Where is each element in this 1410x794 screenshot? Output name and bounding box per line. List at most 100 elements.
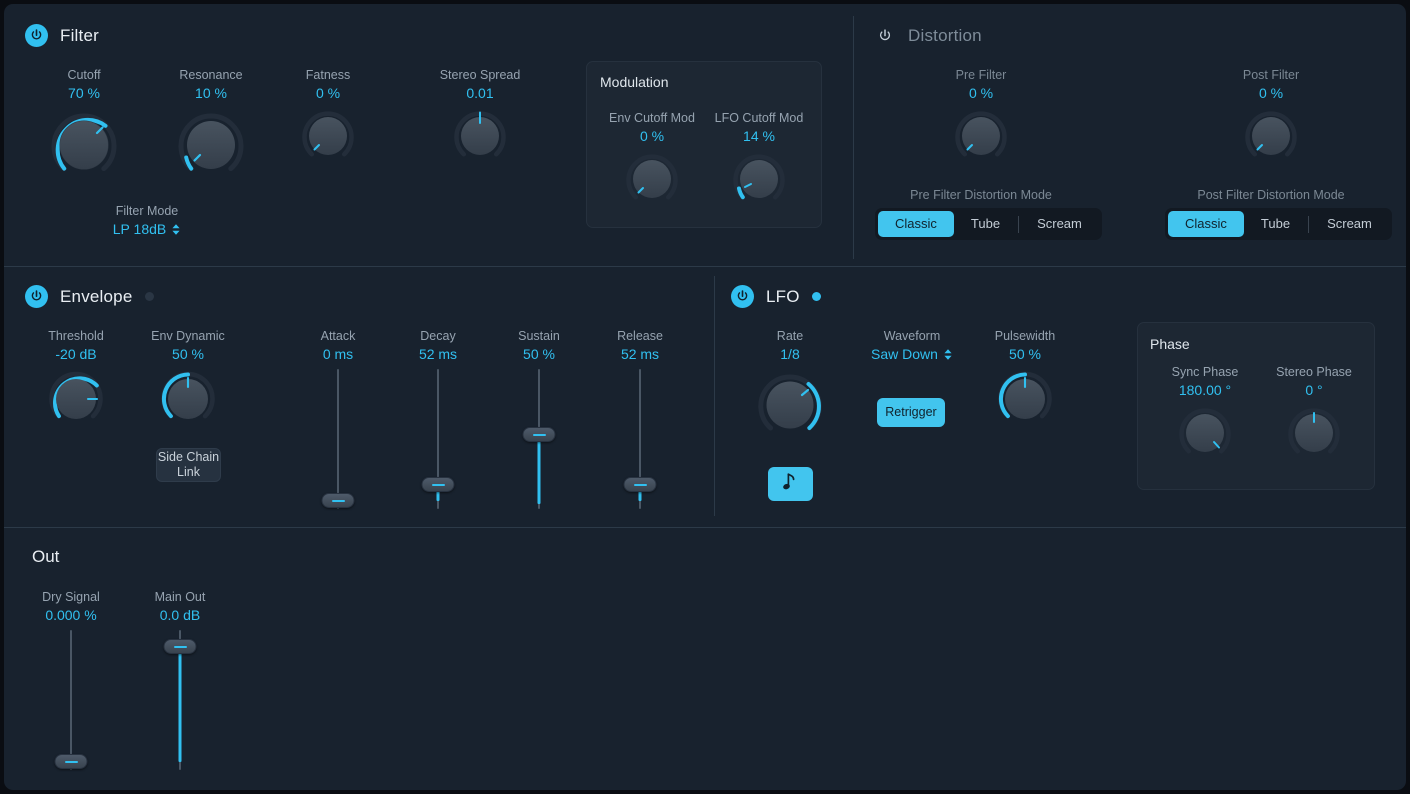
cutoff-knob[interactable] xyxy=(45,106,123,184)
sustain-value: 50 % xyxy=(489,346,589,362)
lfo-divider xyxy=(714,276,715,516)
lfo-cutoff-mod-knob[interactable] xyxy=(729,149,789,209)
chevron-updown-icon[interactable] xyxy=(171,223,181,236)
pre-mode-tube-button[interactable]: Tube xyxy=(954,211,1017,237)
distortion-power-button[interactable] xyxy=(873,24,896,47)
decay-slider-thumb[interactable] xyxy=(422,477,455,492)
waveform-control: Waveform Saw Down xyxy=(860,329,964,364)
main-out-slider[interactable] xyxy=(156,630,204,770)
lfo-note-sync-button[interactable] xyxy=(768,467,813,501)
attack-slider[interactable] xyxy=(314,369,362,509)
chevron-updown-icon[interactable] xyxy=(943,348,953,361)
modulation-panel: Modulation Env Cutoff Mod 0 % LFO Cutoff… xyxy=(586,61,822,228)
fatness-control: Fatness 0 % xyxy=(285,68,371,171)
filter-mode-value: LP 18dB xyxy=(113,221,166,237)
filter-title: Filter xyxy=(60,26,99,46)
cutoff-control: Cutoff 70 % xyxy=(34,68,134,189)
env-dynamic-label: Env Dynamic xyxy=(138,329,238,343)
threshold-value: -20 dB xyxy=(26,346,126,362)
side-chain-link-button[interactable]: Side Chain Link xyxy=(156,448,221,482)
decay-value: 52 ms xyxy=(388,346,488,362)
filter-header: Filter xyxy=(25,24,99,47)
post-filter-distortion-mode-label: Post Filter Distortion Mode xyxy=(1171,188,1371,202)
release-slider-thumb[interactable] xyxy=(624,477,657,492)
out-section-divider xyxy=(4,527,1406,528)
env-dynamic-knob[interactable] xyxy=(156,367,220,431)
lfo-header: LFO xyxy=(731,285,821,308)
post-mode-separator xyxy=(1308,216,1309,233)
pulsewidth-knob[interactable] xyxy=(993,367,1057,431)
phase-panel: Phase Sync Phase 180.00 ° Stereo Phase 0… xyxy=(1137,322,1375,490)
pre-filter-knob[interactable] xyxy=(951,106,1011,166)
post-filter-label: Post Filter xyxy=(1215,68,1327,82)
stereo-phase-label: Stereo Phase xyxy=(1255,365,1373,379)
lfo-power-button[interactable] xyxy=(731,285,754,308)
env-cutoff-mod-value: 0 % xyxy=(593,128,711,144)
main-out-slider-thumb[interactable] xyxy=(164,639,197,654)
sustain-slider-thumb[interactable] xyxy=(523,427,556,442)
pulsewidth-value: 50 % xyxy=(973,346,1077,362)
cutoff-label: Cutoff xyxy=(34,68,134,82)
filter-mode-stepper[interactable]: LP 18dB xyxy=(113,221,181,237)
stereo-phase-value: 0 ° xyxy=(1255,382,1373,398)
threshold-knob[interactable] xyxy=(44,367,108,431)
stereo-phase-knob[interactable] xyxy=(1284,403,1344,463)
cutoff-value: 70 % xyxy=(34,85,134,101)
stereo-phase-control: Stereo Phase 0 ° xyxy=(1255,365,1373,468)
waveform-stepper[interactable]: Saw Down xyxy=(871,346,953,362)
resonance-knob[interactable] xyxy=(172,106,250,184)
envelope-header: Envelope xyxy=(25,285,154,308)
envelope-section-divider xyxy=(4,266,1406,267)
dry-signal-value: 0.000 % xyxy=(21,607,121,623)
post-mode-tube-button[interactable]: Tube xyxy=(1244,211,1307,237)
attack-slider-thumb[interactable] xyxy=(322,493,355,508)
dry-signal-slider[interactable] xyxy=(47,630,95,770)
dry-signal-slider-thumb[interactable] xyxy=(55,754,88,769)
main-out-label: Main Out xyxy=(130,590,230,604)
threshold-label: Threshold xyxy=(26,329,126,343)
stereo-spread-value: 0.01 xyxy=(424,85,536,101)
post-mode-scream-button[interactable]: Scream xyxy=(1310,211,1389,237)
filter-power-button[interactable] xyxy=(25,24,48,47)
post-filter-knob[interactable] xyxy=(1241,106,1301,166)
release-slider[interactable] xyxy=(616,369,664,509)
env-cutoff-mod-control: Env Cutoff Mod 0 % xyxy=(593,111,711,214)
lfo-activity-indicator xyxy=(812,292,821,301)
decay-slider[interactable] xyxy=(414,369,462,509)
phase-title: Phase xyxy=(1150,336,1190,352)
retrigger-button[interactable]: Retrigger xyxy=(877,398,945,427)
fatness-knob[interactable] xyxy=(298,106,358,166)
sustain-control: Sustain 50 % xyxy=(489,329,589,367)
pre-mode-classic-button[interactable]: Classic xyxy=(878,211,954,237)
distortion-divider xyxy=(853,16,854,259)
dry-signal-control: Dry Signal 0.000 % xyxy=(21,590,121,628)
pre-filter-distortion-mode-group: Classic Tube Scream xyxy=(875,208,1102,240)
filter-mode-control: Filter Mode LP 18dB xyxy=(97,204,197,239)
sync-phase-knob[interactable] xyxy=(1175,403,1235,463)
lfo-title: LFO xyxy=(766,287,800,307)
resonance-value: 10 % xyxy=(161,85,261,101)
pre-mode-scream-button[interactable]: Scream xyxy=(1020,211,1099,237)
dry-signal-label: Dry Signal xyxy=(21,590,121,604)
side-chain-link-line2: Link xyxy=(177,465,200,480)
post-filter-value: 0 % xyxy=(1215,85,1327,101)
modulation-title: Modulation xyxy=(600,74,669,90)
fatness-value: 0 % xyxy=(285,85,371,101)
pre-mode-separator xyxy=(1018,216,1019,233)
sync-phase-label: Sync Phase xyxy=(1146,365,1264,379)
plugin-window: Filter Cutoff 70 % Resonance 10 % xyxy=(4,4,1406,790)
post-mode-classic-button[interactable]: Classic xyxy=(1168,211,1244,237)
lfo-cutoff-mod-control: LFO Cutoff Mod 14 % xyxy=(700,111,818,214)
pulsewidth-label: Pulsewidth xyxy=(973,329,1077,343)
stereo-spread-knob[interactable] xyxy=(450,106,510,166)
sustain-slider[interactable] xyxy=(515,369,563,509)
envelope-power-button[interactable] xyxy=(25,285,48,308)
post-filter-distortion-mode-group: Classic Tube Scream xyxy=(1165,208,1392,240)
rate-knob[interactable] xyxy=(752,367,828,443)
eighth-note-icon xyxy=(783,473,798,496)
pre-filter-value: 0 % xyxy=(925,85,1037,101)
resonance-control: Resonance 10 % xyxy=(161,68,261,189)
release-control: Release 52 ms xyxy=(590,329,690,367)
env-cutoff-mod-knob[interactable] xyxy=(622,149,682,209)
filter-mode-label: Filter Mode xyxy=(97,204,197,218)
